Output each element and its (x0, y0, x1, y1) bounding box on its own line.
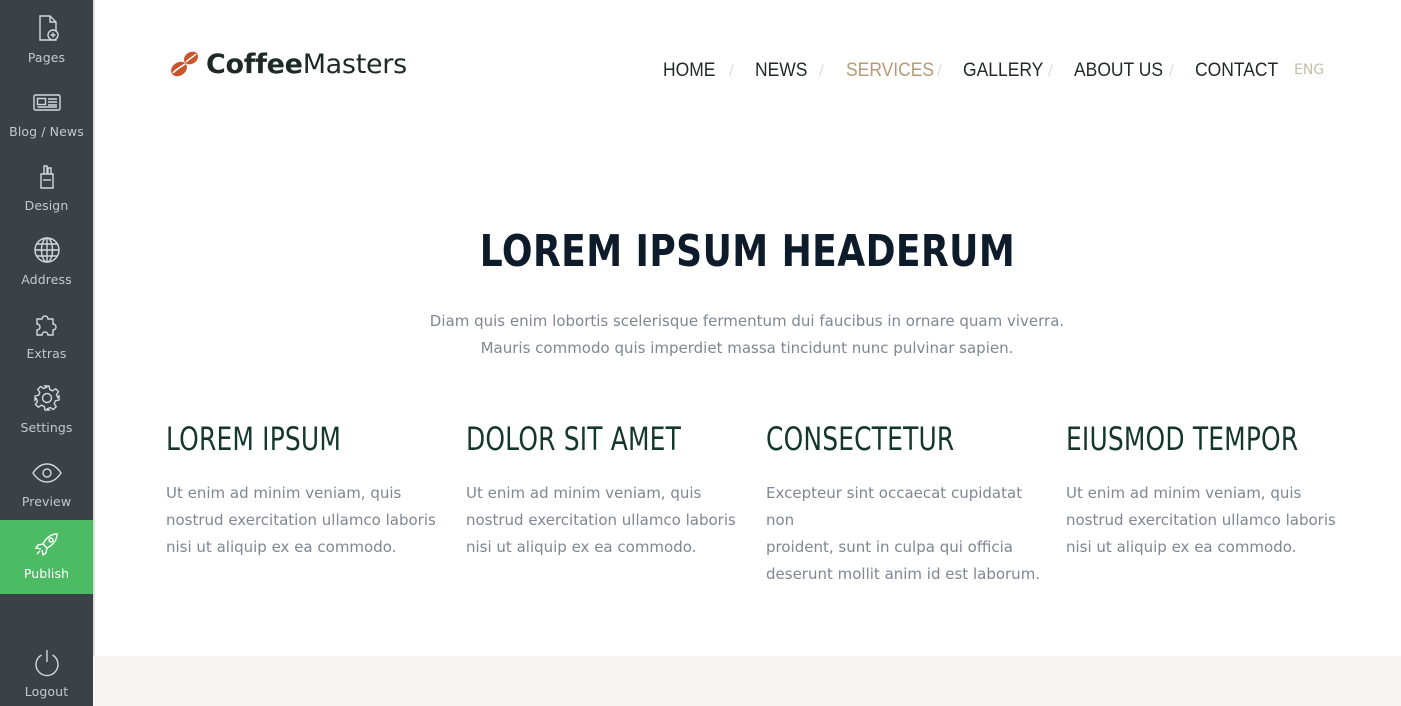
feature-text-line: Ut enim ad minim veniam, quis (466, 484, 702, 502)
puzzle-icon (31, 308, 63, 340)
nav-home[interactable]: HOME (663, 60, 724, 82)
sidebar-item-settings[interactable]: Settings (0, 374, 93, 448)
page-add-icon (31, 12, 63, 44)
logo-text-light: Masters (302, 48, 407, 80)
sidebar-item-label: Publish (23, 566, 70, 581)
feature-text-line: nisi ut aliquip ex ea commodo. (466, 538, 697, 556)
logo-text-bold: Coffee (206, 48, 303, 80)
sidebar-item-label: Design (24, 198, 69, 213)
next-section-band (93, 656, 1401, 706)
main-nav: HOME / NEWS / SERVICES / GALLERY / ABOUT… (663, 56, 1278, 86)
feature-title: CONSECTETUR (766, 420, 955, 458)
sidebar-item-label: Extras (26, 346, 67, 361)
nav-contact[interactable]: CONTACT (1195, 60, 1278, 82)
page-title: LOREM IPSUM HEADERUM (93, 226, 1401, 277)
feature-text: Ut enim ad minim veniam, quis nostrud ex… (1066, 480, 1346, 561)
feature-text-line: Excepteur sint occaecat cupidatat non (766, 484, 1023, 529)
globe-icon (31, 234, 63, 266)
sidebar-item-extras[interactable]: Extras (0, 300, 93, 374)
power-icon (31, 646, 63, 678)
feature-text-line: nisi ut aliquip ex ea commodo. (1066, 538, 1297, 556)
sidebar-item-label: Address (21, 272, 72, 287)
feature-column: LOREM IPSUM Ut enim ad minim veniam, qui… (166, 420, 446, 561)
nav-separator: / (1169, 63, 1174, 79)
editor-sidebar: Pages Blog / News Design Address Extras … (0, 0, 96, 706)
page-title-text: LOREM IPSUM HEADERUM (479, 226, 1015, 277)
nav-about-us[interactable]: ABOUT US (1074, 60, 1163, 82)
feature-text: Excepteur sint occaecat cupidatat non pr… (766, 480, 1046, 588)
coffee-bean-icon (171, 51, 198, 77)
nav-gallery[interactable]: GALLERY (963, 60, 1043, 82)
newspaper-icon (31, 86, 63, 118)
feature-text-line: Ut enim ad minim veniam, quis (1066, 484, 1302, 502)
feature-text-line: proident, sunt in culpa qui officia (766, 538, 1013, 556)
sidebar-item-label: Logout (24, 684, 69, 699)
sidebar-item-design[interactable]: Design (0, 152, 93, 226)
sidebar-item-label: Preview (21, 494, 72, 509)
feature-text-line: nostrud exercitation ullamco laboris (466, 511, 736, 529)
feature-text: Ut enim ad minim veniam, quis nostrud ex… (166, 480, 446, 561)
feature-text-line: nostrud exercitation ullamco laboris (1066, 511, 1336, 529)
feature-title: DOLOR SIT AMET (466, 420, 682, 458)
sidebar-item-publish[interactable]: Publish (0, 520, 93, 594)
nav-news[interactable]: NEWS (755, 60, 814, 82)
sidebar-item-pages[interactable]: Pages (0, 4, 93, 78)
brush-icon (31, 160, 63, 192)
sidebar-item-label: Settings (20, 420, 73, 435)
feature-text: Ut enim ad minim veniam, quis nostrud ex… (466, 480, 746, 561)
hero-subtitle: Diam quis enim lobortis scelerisque ferm… (93, 308, 1401, 362)
site-logo[interactable]: CoffeeMasters (166, 46, 407, 82)
nav-separator: / (1048, 63, 1053, 79)
feature-title: EIUSMOD TEMPOR (1066, 420, 1299, 458)
sidebar-item-preview[interactable]: Preview (0, 448, 93, 522)
nav-separator: / (729, 63, 734, 79)
gear-icon (31, 382, 63, 414)
feature-title: LOREM IPSUM (166, 420, 342, 458)
feature-text-line: Ut enim ad minim veniam, quis (166, 484, 402, 502)
feature-column: CONSECTETUR Excepteur sint occaecat cupi… (766, 420, 1046, 588)
sidebar-item-logout[interactable]: Logout (0, 638, 93, 706)
eye-icon (31, 456, 63, 488)
language-switcher[interactable]: ENG (1294, 62, 1324, 78)
hero-subtitle-line: Diam quis enim lobortis scelerisque ferm… (429, 312, 1065, 330)
feature-column: EIUSMOD TEMPOR Ut enim ad minim veniam, … (1066, 420, 1346, 561)
hero-subtitle-line: Mauris commodo quis imperdiet massa tinc… (480, 339, 1014, 357)
nav-services[interactable]: SERVICES (846, 60, 934, 82)
sidebar-item-blog-news[interactable]: Blog / News (0, 78, 93, 152)
sidebar-item-address[interactable]: Address (0, 226, 93, 300)
feature-text-line: nostrud exercitation ullamco laboris (166, 511, 436, 529)
rocket-icon (31, 528, 63, 560)
feature-text-line: nisi ut aliquip ex ea commodo. (166, 538, 397, 556)
nav-separator: / (937, 63, 942, 79)
nav-separator: / (819, 63, 824, 79)
sidebar-item-label: Pages (27, 50, 66, 65)
logo-text: CoffeeMasters (206, 49, 407, 80)
feature-column: DOLOR SIT AMET Ut enim ad minim veniam, … (466, 420, 746, 561)
feature-text-line: deserunt mollit anim id est laborum. (766, 565, 1041, 583)
sidebar-item-label: Blog / News (9, 124, 84, 139)
